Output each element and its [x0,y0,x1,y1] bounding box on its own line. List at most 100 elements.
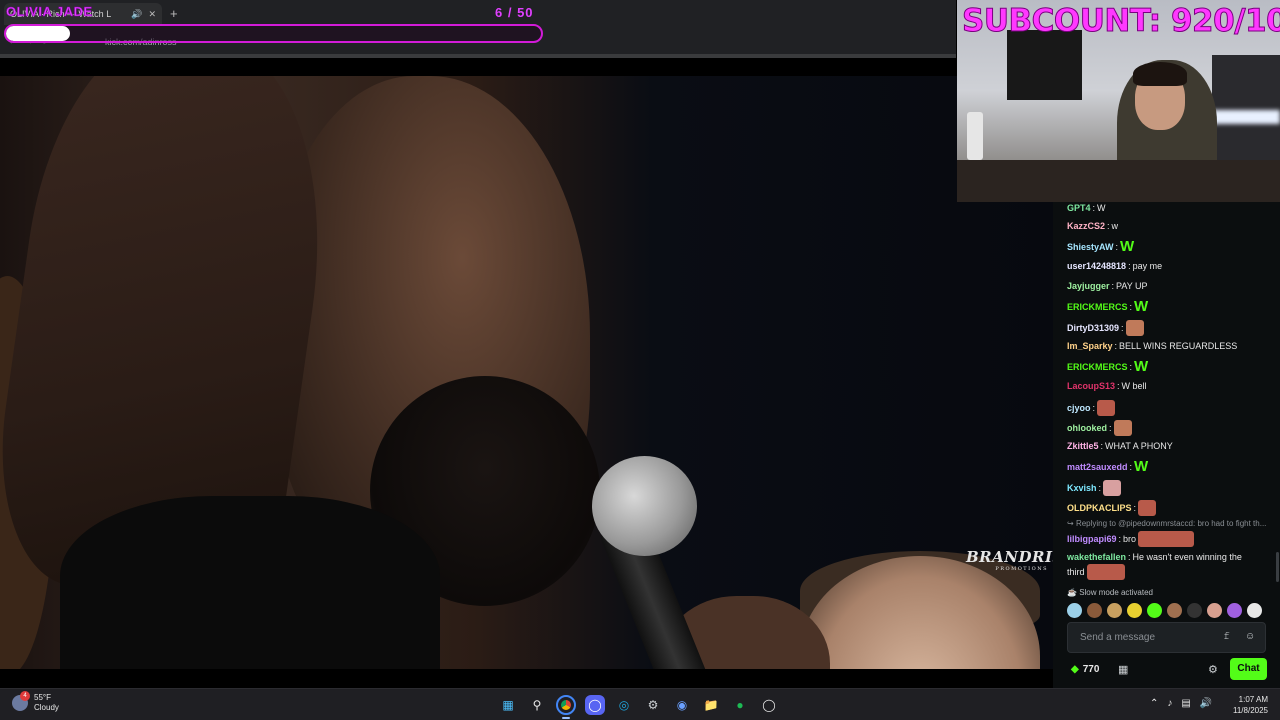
chat-username[interactable]: DirtyD31309 [1067,322,1119,334]
quick-emote[interactable] [1127,603,1142,618]
chat-scrollbar[interactable] [1276,552,1279,582]
chat-message[interactable]: ohlooked: [1067,420,1132,436]
chat-username[interactable]: OLDPKACLIPS [1067,502,1132,514]
chat-username[interactable]: Zkittle5 [1067,440,1099,452]
edge-icon[interactable]: ◎ [614,695,634,715]
quick-emote[interactable] [1227,603,1242,618]
chat-message[interactable]: DirtyD31309: [1067,320,1144,336]
chat-message[interactable]: ERICKMERCS: W [1067,298,1149,315]
network-icon[interactable]: ▤ [1181,698,1190,709]
speaker-icon[interactable]: 🔊 [131,9,142,20]
shelf-light [1212,110,1280,124]
chat-message[interactable]: KazzCS2: w [1067,220,1118,232]
chat-message[interactable]: Kxvish: [1067,480,1122,496]
chat-message[interactable]: cjyoo: [1067,400,1116,416]
chat-message[interactable]: ERICKMERCS: W [1067,359,1148,374]
chat-message[interactable]: wakethefallen: He wasn't even winning th… [1067,551,1242,563]
chat-message[interactable]: Jayjugger: PAY UP [1067,280,1148,292]
reply-preview[interactable]: ↪ Replying to @pipedownmrstaccd: bro had… [1067,519,1266,528]
stream-video[interactable] [0,76,1053,669]
chevron-up-icon[interactable]: ⌃ [1150,698,1158,709]
chat-message[interactable]: LacoupS13: W bell [1067,380,1147,392]
quick-emote[interactable] [1167,603,1182,618]
channel-points[interactable]: ◆ 770 [1071,664,1099,675]
weather-widget[interactable]: 4 55°F Cloudy [12,691,59,713]
chat-message[interactable]: OLDPKACLIPS: [1067,500,1157,516]
spotify-icon[interactable]: ● [730,695,750,715]
chat-username[interactable]: lilbigpapi69 [1067,533,1117,545]
subcount-overlay: SUBCOUNT: 920/1000 [961,3,1280,40]
chat-username[interactable]: KazzCS2 [1067,220,1105,232]
quick-emote-row[interactable] [1067,603,1262,618]
discord-icon[interactable]: ◯ [585,695,605,715]
quick-emote[interactable] [1107,603,1122,618]
system-clock[interactable]: 1:07 AM 11/8/2025 [1233,694,1268,716]
quick-emote[interactable] [1207,603,1222,618]
chat-username[interactable]: matt2sauxedd [1067,461,1128,473]
chat-message-input[interactable]: Send a message [1067,622,1266,653]
chat-username[interactable]: GPT4 [1067,202,1091,214]
weather-condition: Cloudy [34,703,59,712]
volume-icon[interactable]: 🔊 [1200,698,1212,709]
goal-count: 6 / 50 [495,5,534,20]
chat-username[interactable]: Im_Sparky [1067,340,1113,352]
toolbar-divider [0,54,956,58]
chat-message[interactable]: user14248818: pay me [1067,260,1162,272]
emote-w: W [1120,238,1135,255]
quick-emote[interactable] [1087,603,1102,618]
chat-username[interactable]: ohlooked [1067,422,1107,434]
chat-text: third [1067,567,1085,577]
emote-image [1097,400,1116,416]
emote-image [1086,564,1125,580]
file-explorer-icon[interactable]: 📁 [701,695,721,715]
chat-text: WHAT A PHONY [1105,441,1173,451]
quick-emote[interactable] [1067,603,1082,618]
steam-icon[interactable]: ⚙ [643,695,663,715]
browser-icon[interactable]: ◉ [672,695,692,715]
follower-goal-bar [4,24,543,43]
chat-message[interactable]: Im_Sparky: BELL WINS REGUARDLESS [1067,340,1237,352]
chat-username[interactable]: ERICKMERCS [1067,361,1128,373]
quick-emote[interactable] [1187,603,1202,618]
emote-image [1125,320,1144,336]
chrome-icon[interactable] [556,695,576,719]
emote-image [1113,420,1132,436]
chat-username[interactable]: Kxvish [1067,482,1097,494]
chat-message[interactable]: lilbigpapi69: bro [1067,531,1195,547]
obs-icon[interactable]: ◯ [759,695,779,715]
chat-username[interactable]: user14248818 [1067,260,1126,272]
chat-message[interactable]: GPT4: W [1067,202,1106,214]
chat-message[interactable]: matt2sauxedd: W [1067,458,1149,475]
points-icon: ◆ [1071,664,1079,675]
emote-image [1138,531,1195,547]
new-tab-icon[interactable]: + [170,6,178,21]
chat-message[interactable]: Zkittle5: WHAT A PHONY [1067,440,1173,452]
water-bottle [967,112,983,160]
cloud-icon: 4 [12,691,30,711]
emote-w: W [1134,298,1149,315]
chat-username[interactable]: cjyoo [1067,402,1091,414]
search-icon[interactable]: ⚲ [527,695,547,715]
chat-username[interactable]: ShiestyAW [1067,241,1114,253]
taskbar-apps: ▦ ⚲ ◯ ◎ ⚙ ◉ 📁 ● ◯ [498,695,779,719]
quick-emote[interactable] [1147,603,1162,618]
chat-username[interactable]: LacoupS13 [1067,380,1115,392]
emote-w: W [1134,458,1149,475]
weather-badge: 4 [20,691,30,701]
emoji-icon[interactable]: ☺ [1245,631,1255,642]
windows-taskbar: 4 55°F Cloudy ▦ ⚲ ◯ ◎ ⚙ ◉ 📁 ● ◯ ⌃ ♪ ▤ 🔊 … [0,688,1280,720]
chat-username[interactable]: ERICKMERCS [1067,301,1128,313]
chat-text: w [1111,221,1119,231]
slow-mode-notice: ☕ Slow mode activated [1067,588,1154,597]
gear-icon[interactable]: ⚙ [1208,663,1218,676]
chat-send-button[interactable]: Chat [1230,658,1267,680]
store-icon[interactable]: ▦ [1118,663,1128,676]
chat-username[interactable]: wakethefallen [1067,551,1126,563]
chat-username[interactable]: Jayjugger [1067,280,1110,292]
quick-emote[interactable] [1247,603,1262,618]
microphone-icon[interactable]: ♪ [1167,698,1172,709]
close-icon[interactable]: ✕ [148,9,156,20]
translate-icon[interactable]: 𝚏 [1223,631,1230,642]
windows-start-icon[interactable]: ▦ [498,695,518,715]
chat-message[interactable]: ShiestyAW: W [1067,238,1135,255]
